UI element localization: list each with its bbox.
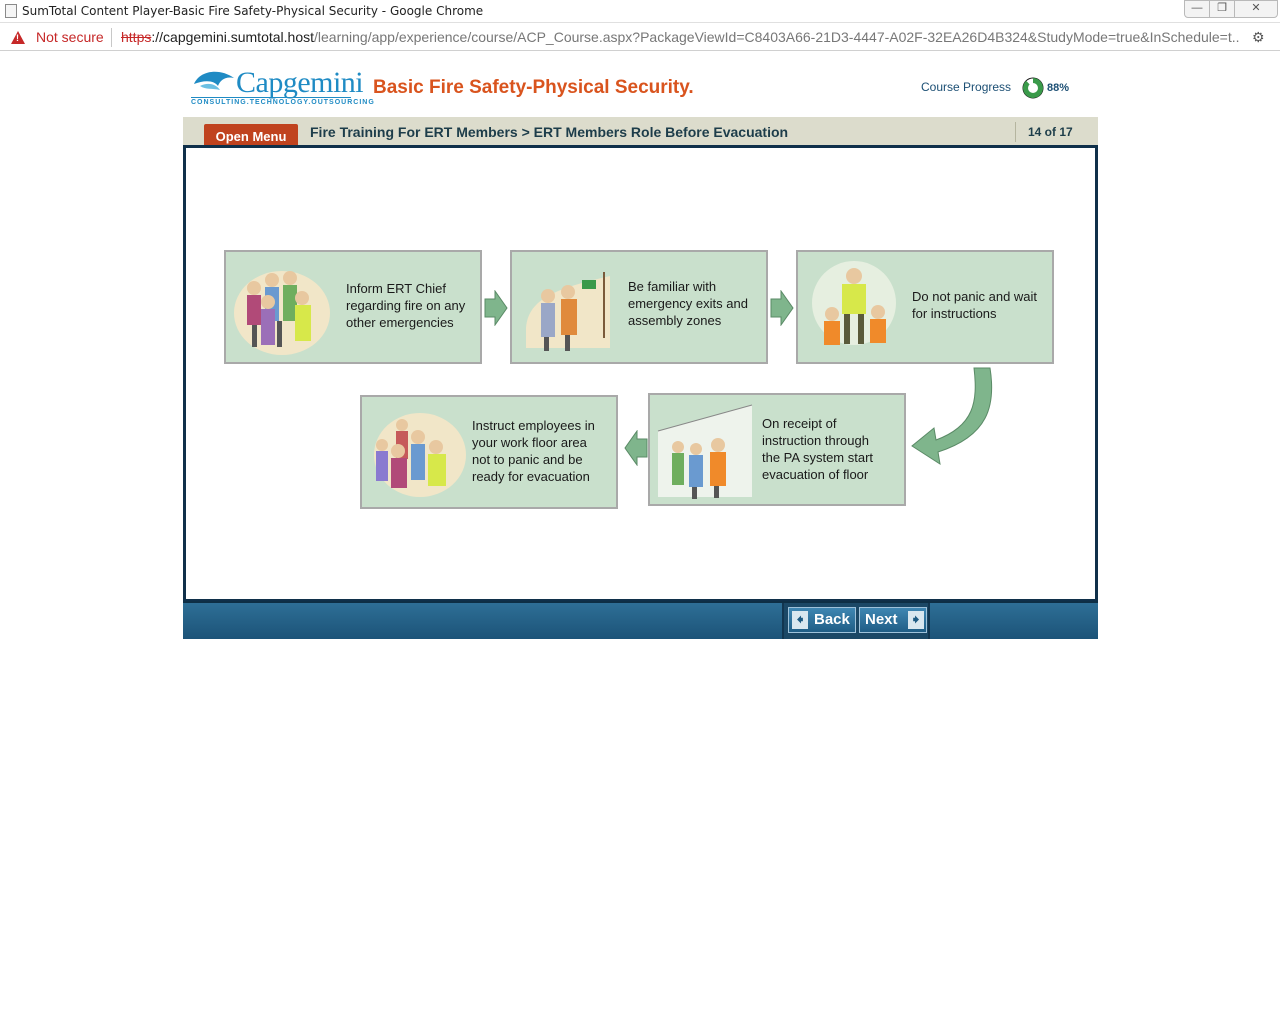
url-host: ://capgemini.sumtotal.host [151, 29, 314, 45]
step-line: Be familiar with [628, 279, 717, 294]
address-separator [111, 28, 112, 47]
course-title: Basic Fire Safety-Physical Security. [373, 77, 694, 98]
warning-icon: ! [11, 31, 25, 44]
extension-icon[interactable]: ⚙ [1252, 29, 1268, 45]
page-counter: 14 of 17 [1015, 122, 1085, 142]
back-label: Back [814, 611, 850, 628]
step-card-2: Be familiar with emergency exits and ass… [510, 250, 768, 364]
capgemini-logo: Capgemini CONSULTING.TECHNOLOGY.OUTSOURC… [190, 66, 374, 110]
close-button[interactable]: ✕ [1234, 0, 1278, 18]
url-path: /learning/app/experience/course/ACP_Cour… [314, 29, 1239, 45]
course-navbar: Open Menu Fire Training For ERT Members … [183, 117, 1098, 148]
step-card-4: On receipt of instruction through the PA… [648, 393, 906, 506]
step-line: not to panic and be [472, 452, 583, 467]
url-text[interactable]: https://capgemini.sumtotal.host/learning… [121, 29, 1239, 45]
nav-button-group: 🠸 Back Next 🠺 [782, 603, 930, 639]
step-text-3: Do not panic and wait for instructions [912, 288, 1037, 322]
not-secure-label[interactable]: Not secure [36, 29, 104, 45]
next-button[interactable]: Next 🠺 [859, 607, 927, 633]
logo-tagline: CONSULTING.TECHNOLOGY.OUTSOURCING [191, 99, 375, 106]
logo-word: Capgemini [236, 66, 364, 99]
step-text-2: Be familiar with emergency exits and ass… [628, 278, 748, 329]
step-line: emergency exits and [628, 296, 748, 311]
step-line: ready for evacuation [472, 469, 590, 484]
next-label: Next [865, 611, 898, 628]
pa-system-icon [657, 404, 753, 499]
logo-spade-icon [194, 71, 234, 90]
maximize-button[interactable]: ❐ [1209, 0, 1235, 18]
page-icon [5, 4, 17, 18]
address-bar[interactable]: ! Not secure https://capgemini.sumtotal.… [0, 24, 1280, 51]
url-protocol: https [121, 29, 152, 45]
step-line: evacuation of floor [762, 467, 869, 482]
step-line: for instructions [912, 306, 997, 321]
step-line: Do not panic and wait [912, 289, 1038, 304]
instruct-employees-icon [374, 413, 466, 497]
step-line: other emergencies [346, 315, 454, 330]
people-group-icon [234, 271, 330, 355]
step-card-3: Do not panic and wait for instructions [796, 250, 1054, 364]
arrow-left-icon [624, 430, 648, 466]
step-card-1: Inform ERT Chief regarding fire on any o… [224, 250, 482, 364]
step-text-4: On receipt of instruction through the PA… [762, 415, 873, 483]
minimize-button[interactable]: — [1184, 0, 1210, 18]
step-text-1: Inform ERT Chief regarding fire on any o… [346, 280, 465, 331]
breadcrumb: Fire Training For ERT Members > ERT Memb… [310, 124, 789, 140]
logo-rule [191, 97, 351, 98]
browser-title-bar: SumTotal Content Player-Basic Fire Safet… [0, 0, 1280, 23]
progress-label: Course Progress [921, 80, 1012, 94]
arrow-curved-down-left-icon [911, 367, 993, 466]
step-line: the PA system start [762, 450, 874, 465]
progress-percent: 88% [1047, 82, 1070, 94]
step-text-5: Instruct employees in your work floor ar… [472, 417, 595, 485]
back-button[interactable]: 🠸 Back [788, 607, 856, 633]
progress-ring-icon [1022, 77, 1044, 99]
step-line: instruction through [762, 433, 869, 448]
arrow-right-icon [484, 290, 508, 326]
exit-sign-icon [526, 272, 610, 351]
step-line: Instruct employees in [472, 418, 595, 433]
window-title: SumTotal Content Player-Basic Fire Safet… [22, 4, 484, 18]
arrow-right-icon: 🠺 [908, 611, 924, 629]
arrow-right-icon [770, 290, 794, 326]
ert-chief-icon [812, 261, 896, 345]
player-footer: 🠸 Back Next 🠺 [183, 601, 1098, 639]
step-line: On receipt of [762, 416, 837, 431]
step-card-5: Instruct employees in your work floor ar… [360, 395, 618, 509]
content-area: Inform ERT Chief regarding fire on any o… [183, 145, 1098, 602]
step-line: regarding fire on any [346, 298, 466, 313]
step-line: Inform ERT Chief [346, 281, 446, 296]
arrow-left-icon: 🠸 [792, 611, 808, 629]
course-player: Capgemini CONSULTING.TECHNOLOGY.OUTSOURC… [183, 56, 1098, 641]
step-line: assembly zones [628, 313, 722, 328]
step-line: your work floor area [472, 435, 587, 450]
